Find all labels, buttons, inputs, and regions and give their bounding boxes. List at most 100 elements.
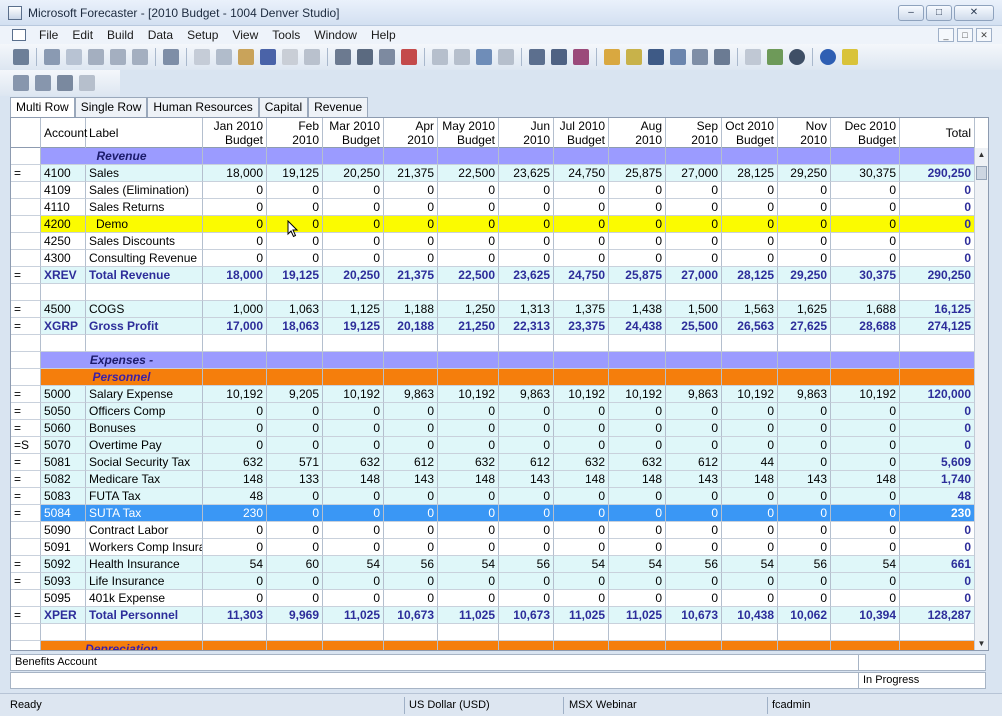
value-cell[interactable]: 0 [609,182,666,199]
value-cell[interactable] [778,641,831,650]
split-icon[interactable] [529,49,545,65]
value-cell[interactable] [438,641,499,650]
value-cell[interactable]: 0 [267,488,323,505]
value-cell[interactable]: 0 [323,505,384,522]
value-cell[interactable]: 10,673 [499,607,554,624]
value-cell[interactable]: 0 [722,522,778,539]
value-cell[interactable]: 0 [438,573,499,590]
send-icon[interactable] [163,49,179,65]
total-cell[interactable] [900,641,975,650]
table-row[interactable]: = 4500 COGS 1,000 1,063 1,125 1,188 1,250 1,313 1… [11,301,975,318]
value-cell[interactable]: 0 [722,250,778,267]
value-cell[interactable]: 0 [554,250,609,267]
account-cell[interactable]: 5070 [41,437,86,454]
value-cell[interactable] [722,284,778,301]
total-cell[interactable]: 290,250 [900,267,975,284]
value-cell[interactable]: 0 [831,590,900,607]
row-flag[interactable]: = [11,386,41,403]
table-row[interactable]: = 4100 Sales 18,000 19,125 20,250 21,375 22,500… [11,165,975,182]
value-cell[interactable]: 612 [666,454,722,471]
table-row[interactable]: = XGRP Gross Profit 17,000 18,063 19,125 20,18… [11,318,975,335]
value-cell[interactable] [554,148,609,165]
value-cell[interactable]: 56 [666,556,722,573]
value-cell[interactable] [384,148,438,165]
value-cell[interactable]: 0 [778,522,831,539]
account-cell[interactable]: XGRP [41,318,86,335]
remove-row-icon[interactable] [401,49,417,65]
value-cell[interactable]: 0 [831,199,900,216]
header-month[interactable]: Jun 2010Budget [499,118,554,161]
value-cell[interactable]: 0 [323,250,384,267]
hierarchy-icon[interactable] [670,49,686,65]
doc-close-button[interactable]: ✕ [976,28,992,42]
value-cell[interactable]: 0 [438,590,499,607]
value-cell[interactable] [267,335,323,352]
table-row[interactable]: Revenue [11,148,975,165]
label-cell[interactable]: Sales Discounts [86,233,203,250]
value-cell[interactable] [831,284,900,301]
total-cell[interactable]: 661 [900,556,975,573]
value-cell[interactable] [438,352,499,369]
account-cell[interactable]: 4200 [41,216,86,233]
value-cell[interactable]: 0 [384,505,438,522]
value-cell[interactable]: 0 [438,250,499,267]
value-cell[interactable]: 0 [778,488,831,505]
value-cell[interactable] [203,352,267,369]
value-cell[interactable]: 10,062 [778,607,831,624]
label-cell[interactable]: Social Security Tax [86,454,203,471]
account-cell[interactable]: 5060 [41,420,86,437]
value-cell[interactable]: 28,688 [831,318,900,335]
value-cell[interactable]: 10,192 [609,386,666,403]
menu-build[interactable]: Build [100,28,141,42]
total-cell[interactable]: 230 [900,505,975,522]
value-cell[interactable] [609,148,666,165]
value-cell[interactable]: 9,863 [384,386,438,403]
maximize-button[interactable]: □ [926,5,952,21]
menu-edit[interactable]: Edit [65,28,100,42]
row-flag[interactable] [11,641,41,650]
value-cell[interactable]: 19,125 [267,165,323,182]
value-cell[interactable]: 10,192 [203,386,267,403]
value-cell[interactable]: 18,000 [203,267,267,284]
value-cell[interactable]: 56 [384,556,438,573]
value-cell[interactable]: 44 [722,454,778,471]
value-cell[interactable] [609,369,666,386]
menu-window[interactable]: Window [307,28,364,42]
total-cell[interactable]: 5,609 [900,454,975,471]
value-cell[interactable] [666,624,722,641]
value-cell[interactable]: 148 [609,471,666,488]
row-flag[interactable]: = [11,607,41,624]
header-month[interactable]: May 2010 Budget [438,118,499,148]
total-cell[interactable]: 0 [900,403,975,420]
row-flag[interactable] [11,522,41,539]
menu-file[interactable]: File [32,28,65,42]
value-cell[interactable]: 0 [831,437,900,454]
total-cell[interactable]: 0 [900,573,975,590]
value-cell[interactable]: 0 [609,505,666,522]
value-cell[interactable] [323,335,384,352]
row-flag[interactable] [11,199,41,216]
total-cell[interactable]: 0 [900,590,975,607]
row-flag[interactable]: = [11,403,41,420]
header-month[interactable]: Dec 2010 Budget [831,118,900,148]
value-cell[interactable]: 0 [203,182,267,199]
value-cell[interactable] [722,369,778,386]
table-row[interactable]: Expenses - [11,352,975,369]
total-cell[interactable]: 120,000 [900,386,975,403]
value-cell[interactable]: 0 [499,403,554,420]
header-month[interactable]: Apr 2010Budget [384,118,438,161]
value-cell[interactable] [323,641,384,650]
value-cell[interactable]: 0 [323,420,384,437]
value-cell[interactable]: 11,025 [323,607,384,624]
value-cell[interactable]: 9,863 [778,386,831,403]
value-cell[interactable]: 18,063 [267,318,323,335]
value-cell[interactable] [609,641,666,650]
value-cell[interactable] [831,148,900,165]
value-cell[interactable]: 143 [384,471,438,488]
table-row[interactable] [11,335,975,352]
value-cell[interactable]: 0 [554,420,609,437]
label-cell[interactable]: Expenses - [41,352,203,369]
value-cell[interactable] [722,641,778,650]
value-cell[interactable]: 0 [499,522,554,539]
value-cell[interactable] [267,641,323,650]
